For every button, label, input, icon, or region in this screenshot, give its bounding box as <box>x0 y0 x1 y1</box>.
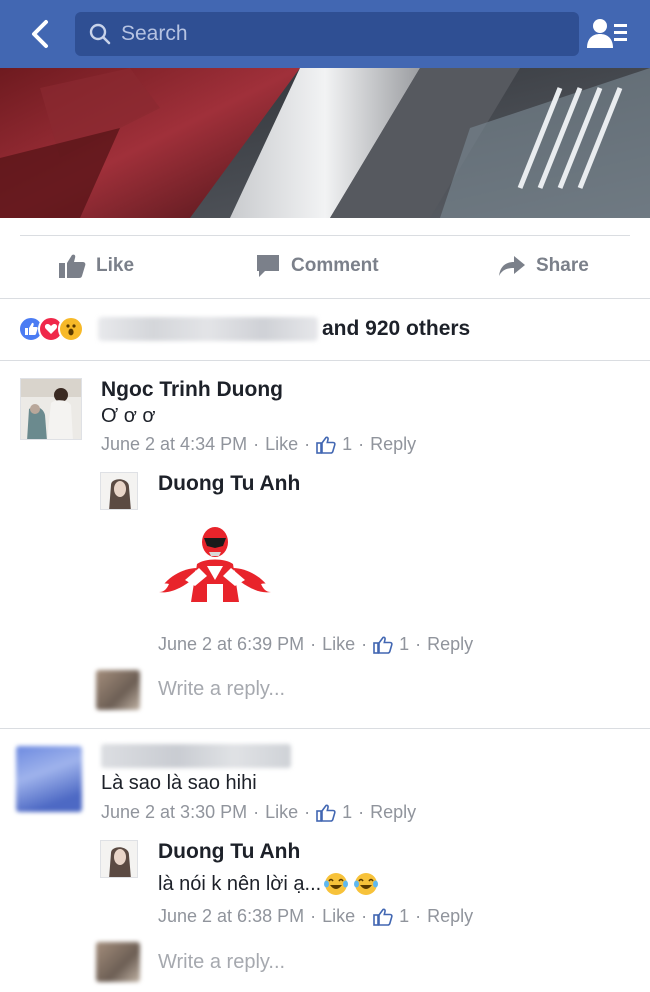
reply-like-count[interactable]: 1 <box>399 906 409 927</box>
back-button[interactable] <box>22 14 62 54</box>
like-button[interactable]: Like <box>58 248 134 284</box>
reply-author-name[interactable]: Duong Tu Anh <box>158 472 300 496</box>
comment-like-count[interactable]: 1 <box>342 802 352 823</box>
comment-reply-link[interactable]: Reply <box>370 802 416 823</box>
comment-button[interactable]: Comment <box>255 248 379 284</box>
commenter-avatar-blurred[interactable] <box>16 746 82 812</box>
separator-dot: · <box>361 906 368 926</box>
like-button-label: Like <box>96 255 135 276</box>
reply-meta: June 2 at 6:39 PM · Like · 1 · Reply <box>158 634 473 655</box>
avatar-photo <box>101 841 137 877</box>
reply-timestamp[interactable]: June 2 at 6:39 PM <box>158 634 304 655</box>
top-navbar <box>0 0 650 68</box>
red-ranger-heart-hands-sticker[interactable] <box>155 522 275 612</box>
avatar-photo <box>101 473 137 509</box>
reply-avatar[interactable] <box>100 840 138 878</box>
divider <box>0 728 650 729</box>
separator-dot: · <box>310 906 317 926</box>
separator-dot: · <box>358 802 365 822</box>
avatar-photo <box>21 379 81 439</box>
separator-dot: · <box>361 634 368 654</box>
comment-text: Là sao là sao hihi <box>101 772 257 794</box>
write-reply-input[interactable] <box>158 678 538 701</box>
separator-dot: · <box>415 634 422 654</box>
comment-author-name[interactable]: Ngoc Trinh Duong <box>101 378 283 402</box>
reactions-summary[interactable]: and 920 others <box>18 312 470 346</box>
separator-dot: · <box>310 634 317 654</box>
reply-like-count[interactable]: 1 <box>399 634 409 655</box>
comment-text: Ơ ơ ơ <box>101 405 156 427</box>
reply-meta: June 2 at 6:38 PM · Like · 1 · Reply <box>158 906 473 927</box>
reply-text: là nói k nên lời ạ... <box>158 872 322 895</box>
comment-meta: June 2 at 4:34 PM · Like · 1 · Reply <box>101 434 416 455</box>
separator-dot: · <box>304 802 311 822</box>
like-count-thumb-icon <box>316 804 336 822</box>
chevron-left-icon <box>32 20 48 48</box>
separator-dot: · <box>304 434 311 454</box>
divider <box>0 298 650 299</box>
share-arrow-icon <box>499 256 525 276</box>
like-count-thumb-icon <box>316 436 336 454</box>
reply-reply-link[interactable]: Reply <box>427 634 473 655</box>
reply-author-name[interactable]: Duong Tu Anh <box>158 840 300 864</box>
commenter-avatar[interactable] <box>20 378 82 440</box>
reply-avatar[interactable] <box>100 472 138 510</box>
separator-dot: · <box>415 906 422 926</box>
reply-timestamp[interactable]: June 2 at 6:38 PM <box>158 906 304 927</box>
reply-like-link[interactable]: Like <box>322 906 355 927</box>
comment-button-label: Comment <box>291 255 379 276</box>
comment-timestamp[interactable]: June 2 at 4:34 PM <box>101 434 247 455</box>
divider <box>0 360 650 361</box>
separator-dot: · <box>253 802 260 822</box>
comment-like-link[interactable]: Like <box>265 802 298 823</box>
sticker-image <box>158 527 272 602</box>
tears-of-joy-emoji-icon <box>354 873 379 895</box>
wow-reaction-icon <box>58 316 84 342</box>
reply-text-row: là nói k nên lời ạ... <box>158 871 379 897</box>
share-button-label: Share <box>536 255 589 276</box>
search-box[interactable] <box>75 12 579 56</box>
write-reply-input[interactable] <box>158 951 538 974</box>
post-photo[interactable] <box>0 68 650 218</box>
friend-requests-button[interactable] <box>584 12 632 56</box>
comment-like-count[interactable]: 1 <box>342 434 352 455</box>
commenter-name-blurred <box>101 744 291 768</box>
post-photo-image <box>0 68 650 218</box>
comment-meta: June 2 at 3:30 PM · Like · 1 · Reply <box>101 802 416 823</box>
separator-dot: · <box>358 434 365 454</box>
like-count-thumb-icon <box>373 636 393 654</box>
like-thumb-icon <box>59 254 86 278</box>
reactions-count-text: and 920 others <box>322 317 471 340</box>
search-input[interactable] <box>121 12 561 56</box>
my-avatar-blurred <box>96 942 140 982</box>
reactor-name-blurred <box>98 317 318 341</box>
comment-bubble-icon <box>257 255 279 277</box>
divider <box>20 235 630 236</box>
like-count-thumb-icon <box>373 908 393 926</box>
my-avatar-blurred <box>96 670 140 710</box>
comment-reply-link[interactable]: Reply <box>370 434 416 455</box>
friend-requests-icon <box>587 19 627 48</box>
tears-of-joy-emoji-icon <box>324 873 349 895</box>
search-icon <box>89 23 111 45</box>
reply-like-link[interactable]: Like <box>322 634 355 655</box>
comment-timestamp[interactable]: June 2 at 3:30 PM <box>101 802 247 823</box>
reply-reply-link[interactable]: Reply <box>427 906 473 927</box>
separator-dot: · <box>253 434 260 454</box>
share-button[interactable]: Share <box>498 248 589 284</box>
comment-like-link[interactable]: Like <box>265 434 298 455</box>
